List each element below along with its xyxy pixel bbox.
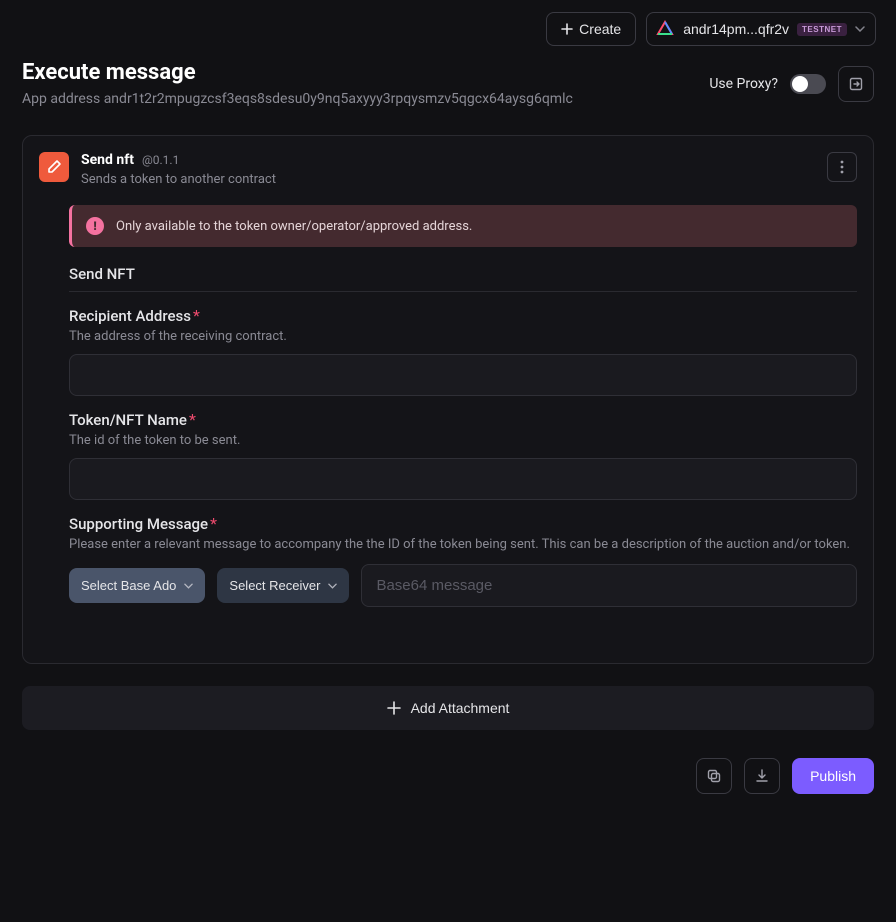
support-hint: Please enter a relevant message to accom… xyxy=(69,537,857,552)
network-badge: TESTNET xyxy=(797,23,847,36)
token-hint: The id of the token to be sent. xyxy=(69,433,857,448)
recipient-hint: The address of the receiving contract. xyxy=(69,329,857,344)
token-label: Token/NFT Name xyxy=(69,411,187,429)
base64-message-input[interactable] xyxy=(361,564,857,607)
copy-icon xyxy=(706,768,722,784)
proxy-label: Use Proxy? xyxy=(709,76,778,92)
section-title: Send NFT xyxy=(69,265,857,292)
select-base-ado-label: Select Base Ado xyxy=(81,578,176,593)
page-title: Execute message xyxy=(22,60,573,85)
edit-icon xyxy=(39,152,69,182)
recipient-label: Recipient Address xyxy=(69,307,191,325)
toggle-knob xyxy=(792,76,808,92)
download-button[interactable] xyxy=(744,758,780,794)
create-button[interactable]: Create xyxy=(546,12,636,46)
dots-vertical-icon xyxy=(840,160,844,174)
publish-button[interactable]: Publish xyxy=(792,758,874,794)
select-receiver-label: Select Receiver xyxy=(229,578,320,593)
plus-icon xyxy=(387,701,401,715)
support-field: Supporting Message* Please enter a relev… xyxy=(69,514,857,607)
required-mark: * xyxy=(210,514,217,533)
plus-icon xyxy=(561,23,573,35)
select-base-ado-button[interactable]: Select Base Ado xyxy=(69,568,205,603)
warning-text: Only available to the token owner/operat… xyxy=(116,219,472,234)
andromeda-logo-icon xyxy=(655,19,675,39)
warning-banner: ! Only available to the token owner/oper… xyxy=(69,205,857,247)
chevron-down-icon xyxy=(184,583,193,589)
support-label: Supporting Message xyxy=(69,515,208,533)
download-icon xyxy=(754,768,770,784)
add-attachment-button[interactable]: Add Attachment xyxy=(22,686,874,730)
copy-button[interactable] xyxy=(696,758,732,794)
recipient-input[interactable] xyxy=(69,354,857,396)
chevron-down-icon xyxy=(328,583,337,589)
required-mark: * xyxy=(193,306,200,325)
card-description: Sends a token to another contract xyxy=(81,172,276,187)
chevron-down-icon xyxy=(855,26,865,32)
create-label: Create xyxy=(579,21,621,37)
page-subtitle: App address andr1t2r2mpugzcsf3eqs8sdesu0… xyxy=(22,91,573,107)
card-menu-button[interactable] xyxy=(827,152,857,182)
send-nft-card: Send nft @0.1.1 Sends a token to another… xyxy=(22,135,874,664)
token-field: Token/NFT Name* The id of the token to b… xyxy=(69,410,857,500)
proxy-toggle[interactable] xyxy=(790,74,826,94)
export-icon xyxy=(848,76,864,92)
recipient-field: Recipient Address* The address of the re… xyxy=(69,306,857,396)
required-mark: * xyxy=(189,410,196,429)
add-attachment-label: Add Attachment xyxy=(411,700,510,716)
token-input[interactable] xyxy=(69,458,857,500)
wallet-selector[interactable]: andr14pm...qfr2v TESTNET xyxy=(646,12,876,46)
card-title: Send nft xyxy=(81,152,134,168)
card-version: @0.1.1 xyxy=(142,153,179,167)
wallet-address: andr14pm...qfr2v xyxy=(683,21,789,37)
select-receiver-button[interactable]: Select Receiver xyxy=(217,568,349,603)
warning-icon: ! xyxy=(86,217,104,235)
export-button[interactable] xyxy=(838,66,874,102)
